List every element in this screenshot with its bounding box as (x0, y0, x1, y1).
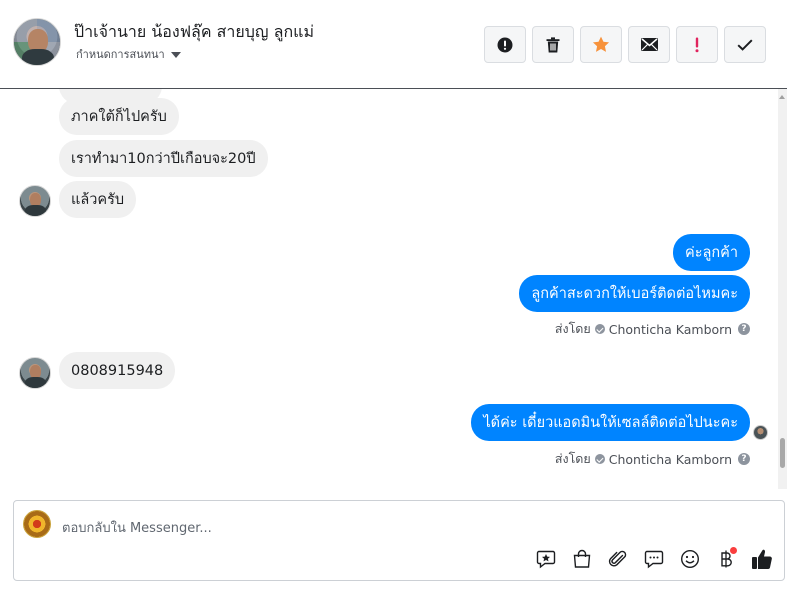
page-avatar (23, 510, 51, 538)
sent-by-label: ส่งโดย Chonticha Kamborn ? (555, 319, 750, 339)
shop-button[interactable] (570, 547, 594, 571)
mark-unread-button[interactable] (628, 26, 670, 63)
trash-icon (546, 36, 560, 52)
emoji-button[interactable] (678, 547, 702, 571)
thread-scrollbar[interactable] (778, 89, 787, 489)
attach-file-button[interactable] (606, 547, 630, 571)
contact-avatar[interactable] (13, 18, 61, 66)
verified-check-icon (594, 324, 605, 334)
help-icon[interactable]: ? (738, 453, 750, 465)
delete-button[interactable] (532, 26, 574, 63)
thumbs-up-icon (752, 549, 772, 570)
message-bubble-outgoing: ลูกค้าสะดวกให้เบอร์ติดต่อไหมคะ (519, 275, 750, 312)
scroll-up-arrow-icon[interactable] (779, 95, 785, 99)
attachment-icon (608, 550, 627, 567)
checkmark-icon (737, 38, 753, 51)
verified-check-icon (594, 454, 605, 464)
message-bubble-outgoing: ค่ะลูกค้า (673, 234, 750, 271)
red-exclamation-icon (695, 37, 699, 52)
emoji-icon (680, 549, 700, 569)
message-thread[interactable]: ภาคใต้ก็ไปครับ เราทำมา10กว่าปีเกือบจะ20ป… (0, 89, 787, 489)
sent-by-name[interactable]: Chonticha Kamborn (609, 322, 732, 337)
message-bubble-outgoing: ได้ค่ะ เดี๋ยวแอดมินให้เซลล์ติดต่อไปนะคะ (471, 404, 750, 441)
saved-reply-icon (536, 550, 556, 569)
message-bubble-incoming: เราทำมา10กว่าปีเกือบจะ20ปี (59, 140, 268, 177)
assign-conversation-label: กำหนดการสนทนา (76, 48, 165, 61)
caret-down-icon (170, 51, 181, 58)
sent-by-prefix: ส่งโดย (554, 321, 591, 336)
sender-avatar (19, 357, 51, 389)
payment-button[interactable] (714, 547, 738, 571)
shop-bag-icon (573, 549, 591, 568)
envelope-icon (640, 38, 658, 51)
star-icon (592, 36, 610, 52)
notification-dot (730, 547, 737, 554)
sent-by-name[interactable]: Chonticha Kamborn (609, 452, 732, 467)
message-bubble-incoming: ภาคใต้ก็ไปครับ (59, 98, 179, 135)
sent-by-label: ส่งโดย Chonticha Kamborn ? (555, 449, 750, 469)
reply-composer[interactable]: ตอบกลับใน Messenger... (13, 500, 785, 581)
assign-conversation-dropdown[interactable]: กำหนดการสนทนา (76, 45, 181, 63)
message-bubble-incoming: 0808915948 (59, 352, 176, 389)
conversation-header: ป๊าเจ้านาย น้องฟลุ๊ค สายบุญ ลูกแม่ กำหนด… (0, 0, 787, 89)
message-bubble-incoming: แล้วครับ (59, 181, 137, 218)
sent-by-prefix: ส่งโดย (554, 451, 591, 466)
important-button[interactable] (676, 26, 718, 63)
sender-avatar (19, 185, 51, 217)
star-button[interactable] (580, 26, 622, 63)
quick-reply-button[interactable] (642, 547, 666, 571)
help-icon[interactable]: ? (738, 323, 750, 335)
chat-bubble-icon (644, 550, 664, 569)
mark-done-button[interactable] (724, 26, 766, 63)
saved-reply-button[interactable] (534, 547, 558, 571)
exclamation-circle-icon (497, 37, 513, 52)
send-like-button[interactable] (750, 547, 774, 571)
contact-name[interactable]: ป๊าเจ้านาย น้องฟลุ๊ค สายบุญ ลูกแม่ (74, 20, 314, 45)
mark-spam-button[interactable] (484, 26, 526, 63)
seen-receipt-avatar (753, 425, 768, 440)
reply-input[interactable]: ตอบกลับใน Messenger... (62, 517, 212, 538)
scrollbar-thumb[interactable] (780, 438, 785, 468)
